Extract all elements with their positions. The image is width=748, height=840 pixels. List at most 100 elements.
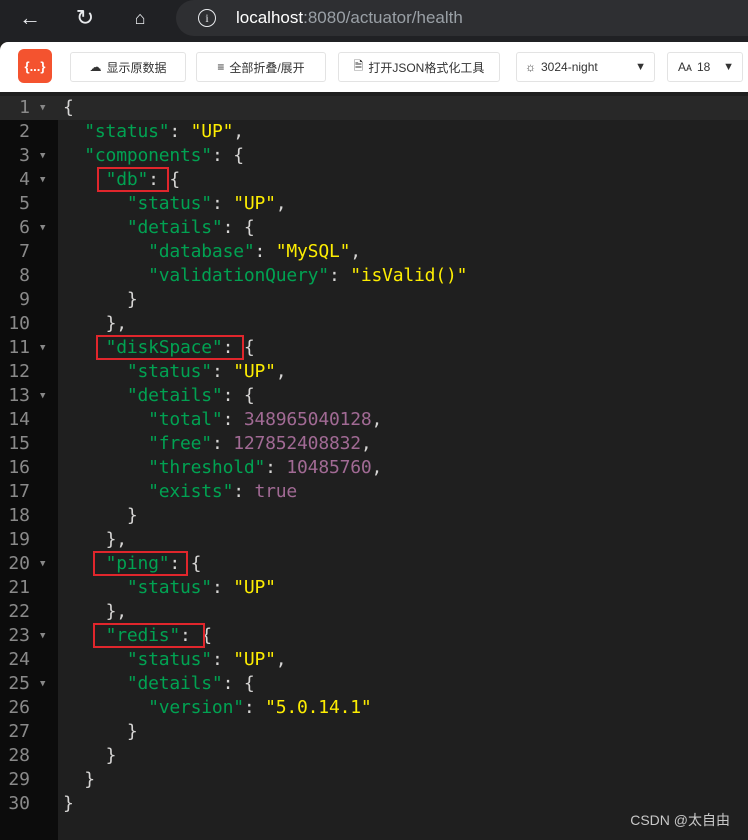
code-line: 12 "status": "UP", bbox=[0, 360, 748, 384]
code-text: "database": "MySQL", bbox=[63, 240, 361, 264]
line-number: 11 bbox=[8, 337, 30, 358]
json-punct: } bbox=[105, 745, 117, 766]
theme-select[interactable]: ☼ 3024-night ▼ bbox=[516, 52, 655, 82]
json-key: "status" bbox=[84, 121, 170, 142]
font-size-select[interactable]: Aᴀ 18 ▼ bbox=[667, 52, 743, 82]
json-punct: : { bbox=[211, 145, 244, 166]
collapse-all-button[interactable]: ≡ 全部折叠/展开 bbox=[196, 52, 326, 82]
json-viewer[interactable]: 1 ▼{2 "status": "UP", 3 ▼ "components": {4 ▼… bbox=[0, 96, 748, 840]
json-punct: } bbox=[126, 289, 138, 310]
code-text: }, bbox=[63, 528, 127, 552]
collapse-all-label: 全部折叠/展开 bbox=[229, 60, 305, 75]
json-string: "UP" bbox=[233, 649, 276, 670]
json-punct: : bbox=[328, 265, 351, 286]
json-punct: , bbox=[275, 361, 287, 382]
fold-toggle-icon[interactable]: ▼ bbox=[40, 672, 45, 696]
highlight-box-diskspace bbox=[96, 335, 244, 360]
line-number: 29 bbox=[8, 769, 30, 790]
code-text: } bbox=[63, 792, 74, 816]
json-number: 127852408832 bbox=[233, 433, 361, 454]
json-punct: : { bbox=[222, 385, 255, 406]
json-punct: } bbox=[63, 793, 74, 814]
json-key: "exists" bbox=[148, 481, 234, 502]
json-punct: }, bbox=[105, 601, 127, 622]
fold-toggle-icon[interactable]: ▼ bbox=[40, 624, 45, 648]
code-line: 1 ▼ { bbox=[0, 96, 748, 120]
code-text: "details": { bbox=[63, 384, 255, 408]
open-formatter-button[interactable]: 🗎 打开JSON格式化工具 bbox=[338, 52, 500, 82]
code-text: } bbox=[63, 288, 138, 312]
json-string: "MySQL" bbox=[275, 241, 351, 262]
line-number: 26 bbox=[8, 697, 30, 718]
font-size-value: 18 bbox=[696, 60, 711, 74]
chevron-down-icon: ▼ bbox=[635, 61, 646, 73]
home-icon[interactable]: ⌂ bbox=[130, 8, 150, 28]
code-line: 10 }, bbox=[0, 312, 748, 336]
code-line: 9 } bbox=[0, 288, 748, 312]
line-number: 23 bbox=[8, 625, 30, 646]
code-line: 2 "status": "UP", bbox=[0, 120, 748, 144]
line-number: 15 bbox=[8, 433, 30, 454]
fold-toggle-icon[interactable]: ▼ bbox=[40, 216, 45, 240]
url-path: :8080/actuator/health bbox=[303, 8, 463, 27]
line-number: 7 bbox=[19, 241, 30, 262]
watermark: CSDN @太自由 bbox=[630, 812, 730, 828]
show-raw-button[interactable]: ☁ 显示原数据 bbox=[70, 52, 186, 82]
line-number: 13 bbox=[8, 385, 30, 406]
code-line: 17 "exists": true bbox=[0, 480, 748, 504]
json-punct: : bbox=[211, 193, 234, 214]
highlight-box-db bbox=[97, 167, 169, 192]
address-bar[interactable]: i localhost:8080/actuator/health bbox=[176, 0, 748, 36]
json-punct: , bbox=[233, 121, 244, 142]
fold-toggle-icon[interactable]: ▼ bbox=[40, 96, 45, 120]
fold-toggle-icon[interactable]: ▼ bbox=[40, 144, 45, 168]
json-punct: , bbox=[371, 409, 383, 430]
json-punct: , bbox=[360, 433, 372, 454]
fold-toggle-icon[interactable]: ▼ bbox=[40, 552, 45, 576]
json-punct: }, bbox=[105, 313, 127, 334]
code-line: 22 }, bbox=[0, 600, 748, 624]
fold-toggle-icon[interactable]: ▼ bbox=[40, 336, 45, 360]
fold-toggle-icon[interactable]: ▼ bbox=[40, 384, 45, 408]
json-key: "details" bbox=[126, 673, 223, 694]
code-text: "version": "5.0.14.1" bbox=[63, 696, 372, 720]
json-string: "UP" bbox=[233, 361, 276, 382]
code-line: 5 "status": "UP", bbox=[0, 192, 748, 216]
code-text: "validationQuery": "isValid()" bbox=[63, 264, 467, 288]
code-text: "total": 348965040128, bbox=[63, 408, 382, 432]
json-string: "UP" bbox=[233, 577, 276, 598]
code-text: { bbox=[63, 96, 74, 120]
info-icon[interactable]: i bbox=[198, 9, 216, 27]
reload-icon[interactable]: ↻ bbox=[75, 5, 95, 30]
code-text: "details": { bbox=[63, 672, 255, 696]
fold-toggle-icon[interactable]: ▼ bbox=[40, 168, 45, 192]
url-host: localhost bbox=[236, 8, 304, 27]
line-number: 1 bbox=[19, 97, 30, 118]
json-punct: : { bbox=[222, 217, 255, 238]
json-punct: , bbox=[350, 241, 361, 262]
font-size-icon: Aᴀ bbox=[678, 60, 692, 74]
line-number: 9 bbox=[19, 289, 30, 310]
json-punct: } bbox=[84, 769, 95, 790]
json-key: "free" bbox=[148, 433, 212, 454]
json-file-icon: 🗎 bbox=[353, 58, 364, 73]
json-string: "UP" bbox=[233, 193, 276, 214]
line-number: 18 bbox=[8, 505, 30, 526]
json-key: "status" bbox=[126, 649, 212, 670]
line-number: 19 bbox=[8, 529, 30, 550]
line-number: 12 bbox=[8, 361, 30, 382]
json-string: "isValid()" bbox=[350, 265, 468, 286]
highlight-box-redis bbox=[93, 623, 205, 648]
line-number: 8 bbox=[19, 265, 30, 286]
code-line: 24 "status": "UP", bbox=[0, 648, 748, 672]
cloud-icon: ☁ bbox=[89, 60, 102, 74]
back-arrow-icon[interactable]: ← bbox=[19, 5, 41, 30]
palette-icon: ☼ bbox=[525, 60, 536, 74]
line-number: 2 bbox=[19, 121, 30, 142]
show-raw-label: 显示原数据 bbox=[106, 60, 167, 75]
json-punct: : bbox=[233, 481, 255, 502]
chevron-down-icon: ▼ bbox=[723, 61, 734, 73]
line-number: 24 bbox=[8, 649, 30, 670]
json-number: 348965040128 bbox=[243, 409, 372, 430]
code-line: 8 "validationQuery": "isValid()" bbox=[0, 264, 748, 288]
